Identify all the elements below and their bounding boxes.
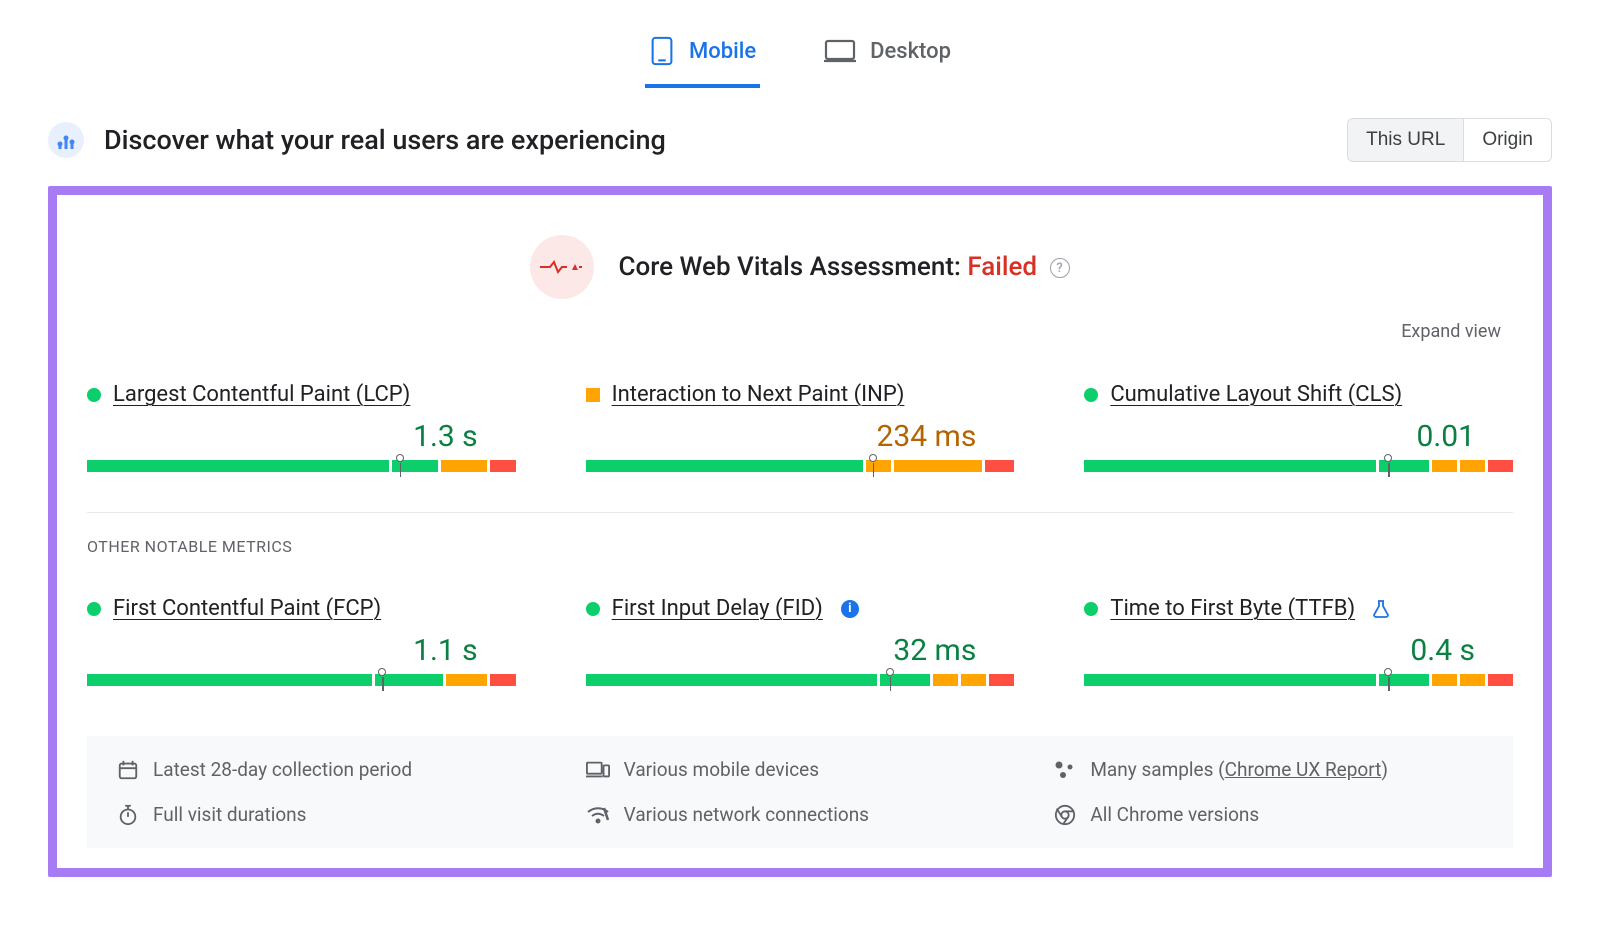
metric-fid-bar (586, 674, 1015, 692)
footer-network-text: Various network connections (624, 803, 869, 826)
expand-row: Expand view (87, 321, 1513, 342)
footer-samples-link[interactable]: Chrome UX Report (1225, 758, 1382, 781)
status-square-warn-icon (586, 388, 600, 402)
other-metrics: First Contentful Paint (FCP) 1.1 s First… (87, 596, 1513, 692)
footer-period: Latest 28-day collection period (117, 758, 546, 781)
footer-network: Various network connections (586, 803, 1015, 826)
divider (87, 512, 1513, 513)
status-dot-good-icon (87, 602, 101, 616)
expand-view-link[interactable]: Expand view (1401, 321, 1501, 342)
header-left: Discover what your real users are experi… (48, 122, 666, 158)
help-icon[interactable]: ? (1050, 258, 1070, 278)
footer-samples-prefix: Many samples ( (1090, 758, 1224, 781)
info-icon[interactable]: i (841, 600, 859, 618)
status-dot-good-icon (1084, 388, 1098, 402)
metric-inp-bar (586, 460, 1015, 478)
toggle-this-url[interactable]: This URL (1348, 119, 1463, 161)
stopwatch-icon (117, 804, 139, 826)
metric-fid: First Input Delay (FID) i 32 ms (586, 596, 1015, 692)
footer-devices: Various mobile devices (586, 758, 1015, 781)
assessment-prefix: Core Web Vitals Assessment: (618, 252, 967, 282)
device-tabs: Mobile Desktop (0, 0, 1600, 88)
chrome-icon (1054, 804, 1076, 826)
page-title: Discover what your real users are experi… (104, 124, 666, 156)
metric-cls-value: 0.01 (1084, 407, 1513, 460)
metric-fcp-value: 1.1 s (87, 621, 516, 674)
status-dot-good-icon (586, 602, 600, 616)
assessment-row: Core Web Vitals Assessment: Failed ? (87, 235, 1513, 299)
metric-fcp-name[interactable]: First Contentful Paint (FCP) (113, 596, 381, 621)
footer-durations: Full visit durations (117, 803, 546, 826)
metric-fcp-bar (87, 674, 516, 692)
footer-durations-text: Full visit durations (153, 803, 306, 826)
tab-desktop[interactable]: Desktop (820, 27, 955, 86)
footer-devices-text: Various mobile devices (624, 758, 819, 781)
metric-ttfb: Time to First Byte (TTFB) 0.4 s (1084, 596, 1513, 692)
metric-lcp-value: 1.3 s (87, 407, 516, 460)
tab-mobile[interactable]: Mobile (645, 24, 760, 88)
footer-samples: Many samples (Chrome UX Report) (1054, 758, 1483, 781)
core-metrics: Largest Contentful Paint (LCP) 1.3 s Int… (87, 382, 1513, 478)
crux-badge-icon (48, 122, 84, 158)
scope-toggle: This URL Origin (1347, 118, 1552, 162)
status-dot-good-icon (87, 388, 101, 402)
status-dot-good-icon (1084, 602, 1098, 616)
metric-ttfb-bar (1084, 674, 1513, 692)
vitals-card: Core Web Vitals Assessment: Failed ? Exp… (48, 186, 1552, 877)
footer-chrome: All Chrome versions (1054, 803, 1483, 826)
wifi-icon (586, 806, 610, 824)
pulse-icon (530, 235, 594, 299)
other-metrics-label: OTHER NOTABLE METRICS (87, 537, 1513, 556)
metric-fid-name[interactable]: First Input Delay (FID) (612, 596, 823, 621)
toggle-origin[interactable]: Origin (1463, 119, 1551, 161)
metric-lcp-name[interactable]: Largest Contentful Paint (LCP) (113, 382, 410, 407)
devices-icon (586, 760, 610, 780)
metric-cls-name[interactable]: Cumulative Layout Shift (CLS) (1110, 382, 1402, 407)
metric-inp: Interaction to Next Paint (INP) 234 ms (586, 382, 1015, 478)
metric-cls: Cumulative Layout Shift (CLS) 0.01 (1084, 382, 1513, 478)
mobile-icon (649, 36, 675, 66)
metric-ttfb-value: 0.4 s (1084, 621, 1513, 674)
footer-samples-suffix: ) (1381, 758, 1388, 781)
flask-icon[interactable] (1373, 600, 1391, 618)
footer-period-text: Latest 28-day collection period (153, 758, 412, 781)
assessment-status: Failed (967, 252, 1037, 282)
header-row: Discover what your real users are experi… (0, 88, 1600, 176)
metric-cls-bar (1084, 460, 1513, 478)
tab-mobile-label: Mobile (689, 39, 756, 64)
metric-lcp: Largest Contentful Paint (LCP) 1.3 s (87, 382, 516, 478)
metric-fid-value: 32 ms (586, 621, 1015, 674)
metric-lcp-bar (87, 460, 516, 478)
desktop-icon (824, 39, 856, 63)
metric-ttfb-name[interactable]: Time to First Byte (TTFB) (1110, 596, 1355, 621)
metric-inp-value: 234 ms (586, 407, 1015, 460)
tab-desktop-label: Desktop (870, 39, 951, 64)
samples-icon (1054, 760, 1076, 780)
metric-inp-name[interactable]: Interaction to Next Paint (INP) (612, 382, 905, 407)
assessment-text: Core Web Vitals Assessment: Failed ? (618, 252, 1069, 282)
footer-chrome-text: All Chrome versions (1090, 803, 1259, 826)
info-footer: Latest 28-day collection period Various … (87, 736, 1513, 848)
metric-fcp: First Contentful Paint (FCP) 1.1 s (87, 596, 516, 692)
calendar-icon (117, 759, 139, 781)
